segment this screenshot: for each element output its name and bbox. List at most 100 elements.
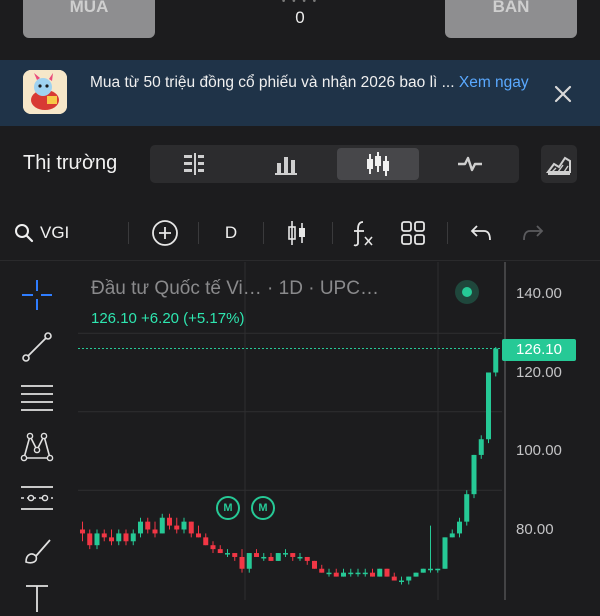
candle-body — [225, 553, 230, 555]
event-marker[interactable]: M — [216, 496, 240, 520]
candle-body — [471, 454, 477, 495]
candle-body — [319, 568, 325, 573]
candle-body — [130, 533, 136, 542]
candle-body — [203, 537, 209, 546]
compare-button[interactable] — [150, 217, 180, 249]
candle-body — [254, 553, 259, 557]
event-marker[interactable]: M — [251, 496, 275, 520]
toolbar-divider — [332, 222, 333, 244]
search-icon — [15, 224, 34, 243]
candle-style-icon — [288, 221, 305, 245]
candle-body — [399, 580, 404, 583]
candle-body — [232, 553, 238, 557]
see-more-link[interactable]: Xem ngay — [459, 74, 529, 91]
candle-body — [478, 439, 484, 455]
candle-body — [152, 529, 158, 534]
buy-button[interactable]: MUA — [23, 0, 155, 38]
undo-icon — [470, 225, 491, 241]
market-title: Thị trường — [23, 152, 118, 174]
trend-line-icon — [22, 332, 52, 362]
layouts-button[interactable] — [398, 217, 428, 249]
candle-body — [377, 568, 383, 577]
toolbar-bottom-border — [0, 260, 600, 261]
candle-body — [94, 533, 100, 546]
candle-body — [174, 525, 180, 530]
redo-button[interactable] — [518, 217, 548, 249]
tab-line-chart[interactable] — [429, 148, 511, 180]
market-status-icon[interactable] — [455, 280, 479, 304]
candle-body — [370, 572, 375, 577]
y-axis-tick-label: 120.00 — [516, 363, 562, 381]
candle-body — [362, 572, 368, 575]
candle-body — [333, 572, 339, 577]
promo-banner[interactable]: Mua từ 50 triệu đồng cổ phiếu và nhận 20… — [0, 60, 600, 126]
y-axis-tick-label: 140.00 — [516, 285, 562, 302]
tab-bar-chart[interactable] — [245, 148, 327, 180]
candle-body — [297, 556, 303, 559]
horizontal-lines-tool[interactable] — [18, 378, 56, 416]
candle-body — [87, 533, 93, 546]
candle-body — [464, 494, 470, 522]
interval-button[interactable]: D — [216, 217, 246, 249]
horizontal-lines-icon — [21, 385, 53, 411]
toolbar-divider — [263, 222, 264, 244]
pattern-icon — [20, 432, 54, 462]
toolbar-divider — [447, 222, 448, 244]
bar-chart-icon — [275, 157, 297, 175]
trendline-tool[interactable] — [18, 328, 56, 366]
candle-body — [145, 521, 151, 530]
chart-legend-price: 126.10 +6.20 (+5.17%) — [91, 310, 245, 327]
prediction-tool[interactable] — [18, 479, 56, 517]
drawing-toolbar — [0, 264, 76, 612]
candle-body — [326, 572, 332, 575]
candle-body — [116, 533, 122, 542]
indicators-button[interactable] — [347, 217, 377, 249]
candle-body — [341, 572, 346, 577]
tab-order-book[interactable] — [153, 148, 235, 180]
candle-body — [123, 533, 129, 542]
candle-body — [159, 517, 165, 534]
promo-text: Mua từ 50 triệu đồng cổ phiếu và nhận 20… — [90, 74, 529, 91]
candle-body — [348, 572, 354, 575]
line-pulse-icon — [458, 156, 482, 172]
function-icon — [353, 221, 373, 247]
toolbar-divider — [128, 222, 129, 244]
undo-button[interactable] — [466, 217, 496, 249]
brush-icon — [25, 539, 51, 564]
candle-body — [493, 348, 499, 373]
sell-button[interactable]: BÁN — [445, 0, 577, 38]
candle-body — [304, 556, 310, 561]
symbol-search[interactable]: VGI — [14, 217, 69, 249]
candle-body — [196, 533, 201, 538]
pattern-tool[interactable] — [18, 428, 56, 466]
candle-body — [449, 533, 455, 538]
price-chart[interactable]: Đầu tư Quốc tế Vi… · 1D · UPC… 126.10 +6… — [78, 262, 600, 600]
horse-mascot-icon — [23, 70, 67, 114]
trade-bar: MUA • • • • 0 BÁN — [0, 0, 600, 58]
quantity-value[interactable]: 0 — [270, 8, 330, 28]
candle-body — [217, 549, 223, 554]
candle-style-button[interactable] — [282, 217, 312, 249]
text-tool[interactable] — [18, 578, 56, 616]
candle-body — [312, 560, 317, 569]
candle-body — [290, 553, 296, 557]
order-book-icon — [184, 153, 204, 175]
crosshair-tool[interactable] — [18, 276, 56, 314]
y-axis-tick-label: 80.00 — [516, 520, 554, 538]
close-icon[interactable] — [551, 82, 575, 106]
candle-body — [239, 556, 245, 569]
chart-legend-name: Đầu tư Quốc tế Vi… · 1D · UPC… — [91, 278, 379, 299]
candle-body — [413, 572, 419, 577]
tab-candlestick[interactable] — [337, 148, 419, 180]
candle-body — [406, 576, 412, 581]
candle-body — [188, 521, 194, 534]
candle-body — [442, 537, 448, 569]
brush-tool[interactable] — [18, 532, 56, 570]
candle-body — [486, 372, 491, 440]
candle-body — [109, 537, 114, 542]
chart-style-button[interactable] — [541, 145, 577, 183]
candle-body — [80, 529, 85, 534]
candle-body — [391, 576, 397, 581]
candle-body — [384, 568, 390, 577]
candle-body — [138, 521, 143, 534]
